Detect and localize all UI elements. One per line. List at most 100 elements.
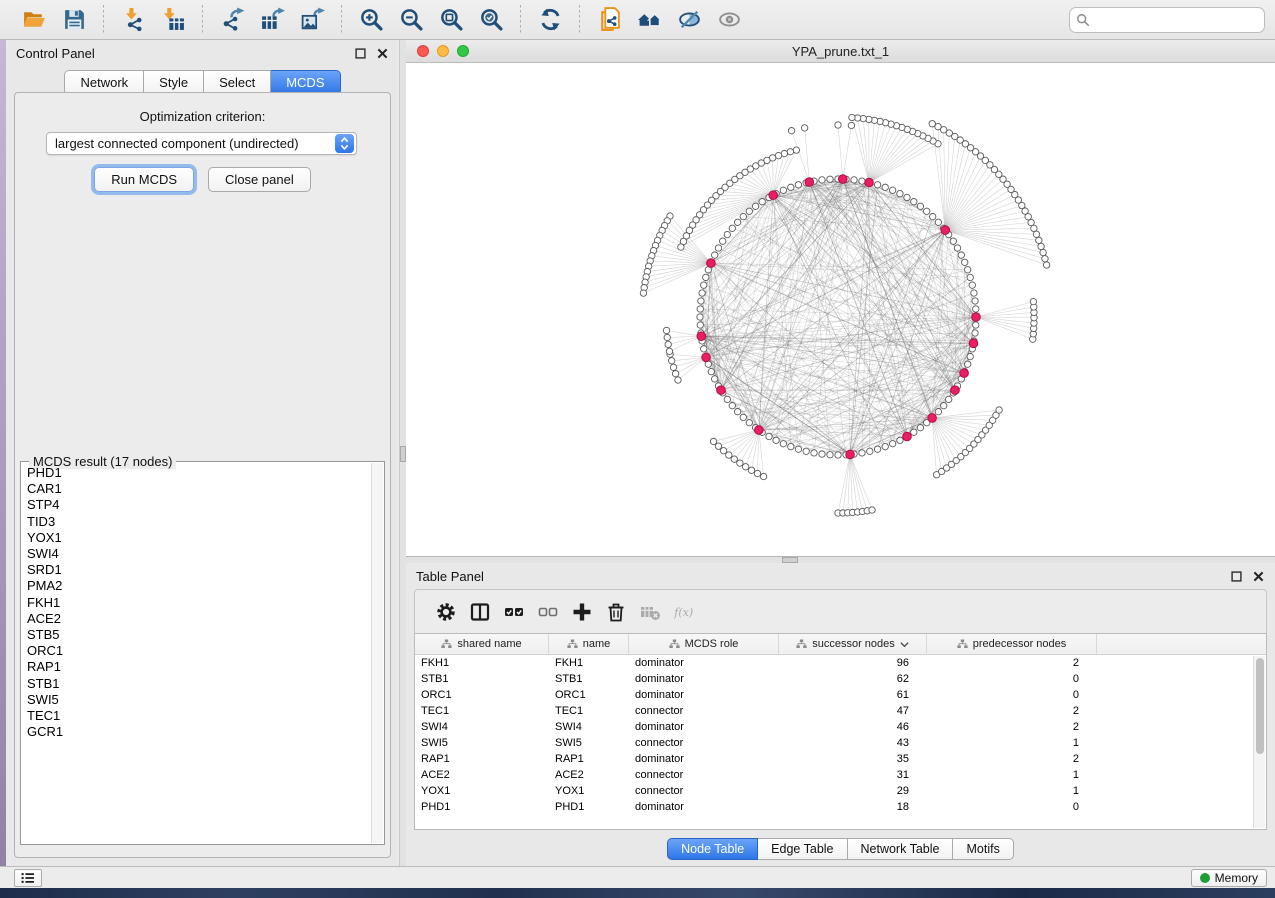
cell-name[interactable]: STB1 (549, 673, 629, 685)
ring-node[interactable] (962, 259, 968, 265)
satellite-node[interactable] (665, 341, 671, 347)
export-table-button[interactable] (257, 5, 287, 35)
cell-name[interactable]: ACE2 (549, 769, 629, 781)
ring-node[interactable] (972, 330, 978, 336)
cell-predecessor-nodes[interactable]: 1 (927, 769, 1097, 781)
ring-node[interactable] (935, 219, 941, 225)
import-network-button[interactable] (118, 5, 148, 35)
ring-node[interactable] (930, 213, 936, 219)
ring-node[interactable] (795, 446, 801, 452)
mcds-hub-node[interactable] (839, 175, 848, 184)
table-tab-node-table[interactable]: Node Table (667, 838, 758, 860)
satellite-node[interactable] (666, 348, 672, 354)
satellite-node[interactable] (754, 470, 760, 476)
mcds-hub-node[interactable] (769, 191, 778, 200)
ring-node[interactable] (972, 298, 978, 304)
satellite-node[interactable] (929, 121, 935, 127)
mcds-hub-node[interactable] (865, 178, 874, 187)
ring-node[interactable] (788, 184, 794, 190)
ring-node[interactable] (950, 238, 956, 244)
ring-node[interactable] (827, 452, 833, 458)
mcds-result-item[interactable]: CAR1 (27, 481, 371, 497)
satellite-node[interactable] (675, 377, 681, 383)
mcds-result-item[interactable]: YOX1 (27, 530, 371, 546)
delete-column-button[interactable] (599, 597, 633, 627)
ring-node[interactable] (729, 403, 735, 409)
satellite-node[interactable] (787, 149, 793, 155)
satellite-node[interactable] (996, 407, 1002, 413)
satellite-node[interactable] (793, 147, 799, 153)
satellite-node[interactable] (731, 456, 737, 462)
cell-shared-name[interactable]: YOX1 (415, 785, 549, 797)
table-scrollbar-thumb[interactable] (1256, 658, 1264, 754)
function-builder-button-disabled[interactable]: f(x) (667, 597, 701, 627)
ring-node[interactable] (971, 290, 977, 296)
table-row[interactable]: TEC1TEC1connector472 (415, 703, 1266, 719)
cell-name[interactable]: YOX1 (549, 785, 629, 797)
mcds-result-item[interactable]: STB1 (27, 676, 371, 692)
run-mcds-button[interactable]: Run MCDS (94, 167, 194, 192)
mcds-hub-node[interactable] (702, 353, 711, 362)
zoom-in-button[interactable] (356, 5, 386, 35)
satellite-node[interactable] (760, 473, 766, 479)
ring-node[interactable] (945, 396, 951, 402)
mcds-result-item[interactable]: STP4 (27, 497, 371, 513)
cell-successor-nodes[interactable]: 47 (779, 705, 927, 717)
ring-node[interactable] (724, 396, 730, 402)
cell-predecessor-nodes[interactable]: 0 (927, 673, 1097, 685)
satellite-node[interactable] (715, 443, 721, 449)
table-row[interactable]: FKH1FKH1dominator962 (415, 655, 1266, 671)
satellite-node[interactable] (788, 128, 794, 134)
network-graph[interactable] (406, 63, 1275, 556)
cell-successor-nodes[interactable]: 62 (779, 673, 927, 685)
satellite-node[interactable] (869, 507, 875, 513)
ring-node[interactable] (697, 322, 703, 328)
cell-name[interactable]: SWI5 (549, 737, 629, 749)
satellite-node[interactable] (781, 150, 787, 156)
cell-name[interactable]: TEC1 (549, 705, 629, 717)
ring-node[interactable] (851, 177, 857, 183)
ring-node[interactable] (780, 187, 786, 193)
cell-shared-name[interactable]: ACE2 (415, 769, 549, 781)
cell-successor-nodes[interactable]: 35 (779, 753, 927, 765)
ring-node[interactable] (701, 282, 707, 288)
zoom-out-button[interactable] (396, 5, 426, 35)
ring-node[interactable] (734, 409, 740, 415)
clone-network-button[interactable] (594, 5, 624, 35)
mcds-result-item[interactable]: TID3 (27, 514, 371, 530)
satellite-node[interactable] (848, 122, 854, 128)
satellite-node[interactable] (835, 122, 841, 128)
cell-successor-nodes[interactable]: 61 (779, 689, 927, 701)
cell-shared-name[interactable]: SWI4 (415, 721, 549, 733)
ring-node[interactable] (819, 177, 825, 183)
table-tab-motifs[interactable]: Motifs (953, 838, 1013, 860)
cell-successor-nodes[interactable]: 29 (779, 785, 927, 797)
ring-node[interactable] (724, 231, 730, 237)
satellite-node[interactable] (1030, 298, 1036, 304)
mcds-result-item[interactable]: SWI5 (27, 692, 371, 708)
cell-predecessor-nodes[interactable]: 1 (927, 737, 1097, 749)
column-header-shared-name[interactable]: shared name (415, 634, 549, 654)
ring-node[interactable] (867, 448, 873, 454)
ring-node[interactable] (882, 184, 888, 190)
ring-node[interactable] (904, 194, 910, 200)
mcds-result-item[interactable]: PHD1 (27, 465, 371, 481)
mcds-hub-node[interactable] (928, 414, 937, 423)
cell-predecessor-nodes[interactable]: 0 (927, 689, 1097, 701)
mcds-result-item[interactable]: ACE2 (27, 611, 371, 627)
export-network-button[interactable] (217, 5, 247, 35)
satellite-node[interactable] (1043, 262, 1049, 268)
select-all-button[interactable] (497, 597, 531, 627)
first-neighbors-button[interactable] (634, 5, 664, 35)
mcds-hub-node[interactable] (755, 426, 764, 435)
table-scrollbar[interactable] (1253, 656, 1265, 828)
ring-node[interactable] (711, 252, 717, 258)
zoom-selected-button[interactable] (476, 5, 506, 35)
ring-node[interactable] (711, 376, 717, 382)
column-header-name[interactable]: name (549, 634, 629, 654)
table-tab-network-table[interactable]: Network Table (848, 838, 954, 860)
satellite-node[interactable] (737, 460, 743, 466)
ring-node[interactable] (708, 368, 714, 374)
ring-node[interactable] (874, 446, 880, 452)
close-panel-button[interactable] (376, 47, 389, 60)
